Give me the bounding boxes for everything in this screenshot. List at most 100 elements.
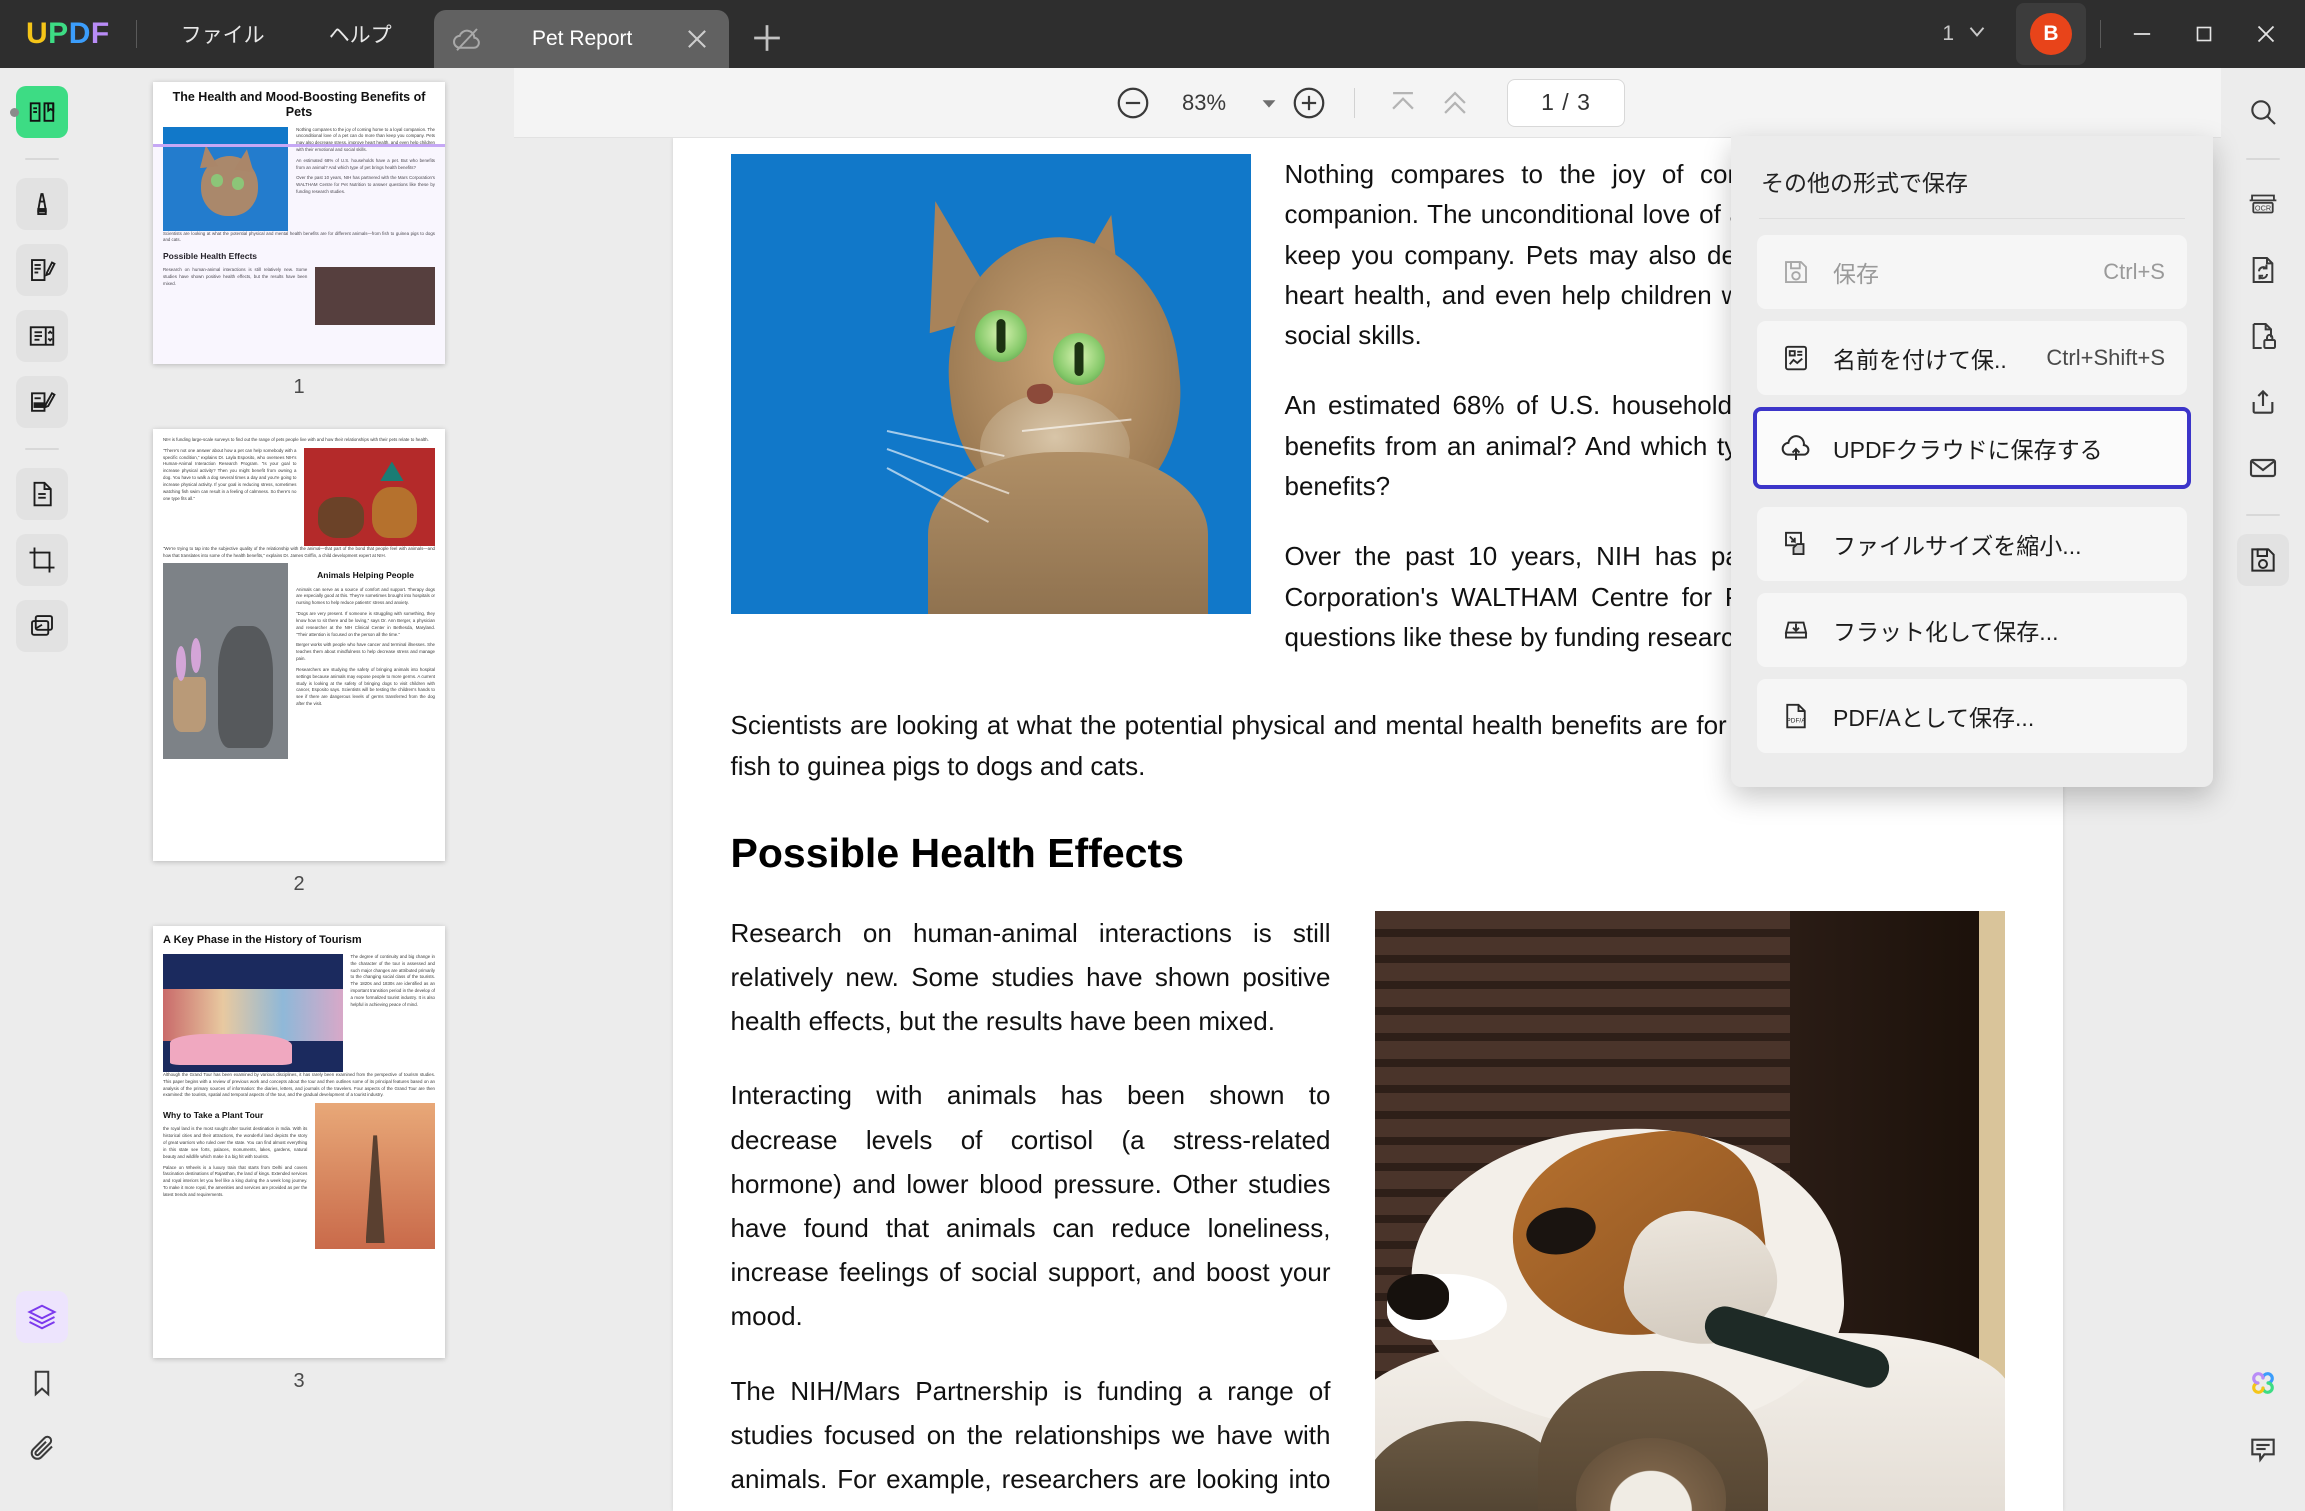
thumb3-b2: Palace on Wheels is a luxury train that …	[163, 1164, 308, 1197]
page-indicator[interactable]: 1 / 3	[1507, 78, 1625, 127]
close-icon[interactable]	[2235, 8, 2297, 60]
sidebar-item-attachments-panel[interactable]	[16, 1423, 68, 1475]
menu-item-compress-file-label: ファイルサイズを縮小...	[1833, 533, 2082, 559]
sidebar-item-ai-assistant[interactable]	[2237, 1357, 2289, 1409]
menu-item-save[interactable]: 保存 Ctrl+S	[1757, 235, 2187, 309]
maximize-icon[interactable]	[2173, 8, 2235, 60]
zoom-in-circle-icon[interactable]	[1286, 80, 1332, 126]
menu-item-save-as[interactable]: 名前を付けて保.. Ctrl+Shift+S	[1757, 321, 2187, 395]
plus-icon[interactable]	[745, 16, 789, 60]
sidebar-item-ocr-tool[interactable]: OCR	[2237, 178, 2289, 230]
svg-text:OCR: OCR	[2255, 204, 2271, 213]
sidebar-item-email-tool[interactable]	[2237, 442, 2289, 494]
menu-file[interactable]: ファイル	[163, 13, 283, 55]
sidebar-item-form-tool[interactable]	[16, 310, 68, 362]
toolbar-divider	[1354, 87, 1355, 118]
tab-strip: Pet Report	[433, 0, 789, 68]
rail-divider	[25, 158, 59, 160]
thumb1-title: The Health and Mood-Boosting Benefits of…	[172, 90, 426, 119]
thumb2-lead: NIH is funding large-scale surveys to fi…	[163, 437, 429, 442]
logo-letter-p: P	[48, 17, 69, 50]
save-options-dropdown: その他の形式で保存 保存 Ctrl+S 名前を付けて保.. Ctrl+Shift…	[1731, 136, 2213, 787]
window-count-selector[interactable]: 1	[1930, 10, 2002, 58]
sidebar-item-protect-tool[interactable]	[2237, 310, 2289, 362]
zoom-level-label[interactable]: 83%	[1156, 90, 1252, 116]
chevron-down-icon	[1964, 18, 1990, 50]
thumb3-side: The degree of continuity and big change …	[350, 953, 435, 1007]
minimize-icon[interactable]	[2111, 8, 2173, 60]
document-bottom-section: Research on human-animal interactions is…	[731, 910, 2005, 1511]
dog-and-cat-photo	[1374, 910, 2005, 1511]
thumbnail-page-2[interactable]: NIH is funding large-scale surveys to fi…	[153, 429, 445, 861]
go-to-first-page-icon[interactable]	[1377, 80, 1429, 126]
compress-file-icon	[1779, 527, 1813, 561]
caret-down-icon[interactable]	[1252, 86, 1286, 120]
sidebar-item-edit-pdf-tool[interactable]	[16, 244, 68, 296]
sidebar-item-comments-panel[interactable]	[2237, 1423, 2289, 1475]
sidebar-item-search-tool[interactable]	[2237, 86, 2289, 138]
document-bottom-text-column: Research on human-animal interactions is…	[731, 911, 1331, 1511]
sidebar-item-page-tool[interactable]	[16, 468, 68, 520]
page-thumbnails-panel[interactable]: The Health and Mood-Boosting Benefits of…	[84, 68, 514, 1511]
svg-text:PDF/A: PDF/A	[1786, 717, 1806, 724]
menu-help[interactable]: ヘルプ	[311, 13, 410, 55]
sidebar-item-crop-tool[interactable]	[16, 534, 68, 586]
left-tool-rail	[0, 68, 84, 1511]
thumb3-b1: the royal land is the most sought after …	[163, 1126, 308, 1159]
menu-item-compress-file[interactable]: ファイルサイズを縮小...	[1757, 507, 2187, 581]
thumb2-b1: Animals can serve as a source of comfort…	[296, 586, 435, 606]
menu-item-save-to-updf-cloud[interactable]: UPDFクラウドに保存する	[1753, 407, 2191, 489]
doc-paragraph-4: Research on human-animal interactions is…	[730, 917, 1331, 1037]
title-bar-right: 1 B	[1930, 0, 2305, 68]
sidebar-item-share-tool[interactable]	[2237, 376, 2289, 428]
thumbnail-page-3[interactable]: A Key Phase in the History of Tourism Th…	[153, 926, 445, 1358]
sidebar-item-annotate-tool[interactable]	[16, 178, 68, 230]
thumbnail-page-1[interactable]: The Health and Mood-Boosting Benefits of…	[153, 82, 445, 364]
sidebar-item-bookmarks-panel[interactable]	[16, 1357, 68, 1409]
zoom-out-circle-icon[interactable]	[1110, 80, 1156, 126]
thumb3-row1: The degree of continuity and big change …	[163, 953, 435, 1072]
rail-indicator-dot	[10, 108, 19, 117]
dropdown-divider	[1759, 218, 2185, 219]
thumb1-p2: An estimated 68% of U.S. households have…	[296, 157, 435, 170]
save-as-icon	[1779, 341, 1813, 375]
menu-item-flatten-save-label: フラット化して保存...	[1833, 619, 2059, 645]
thumb1-dog-photo	[315, 267, 435, 326]
menu-item-save-shortcut: Ctrl+S	[2103, 259, 2165, 284]
doc-paragraph-5: Interacting with animals has been shown …	[730, 1080, 1331, 1332]
tab-pet-report[interactable]: Pet Report	[433, 10, 729, 68]
window-controls-divider	[2100, 20, 2101, 48]
thumbnail-1-content: The Health and Mood-Boosting Benefits of…	[153, 82, 445, 333]
right-rail-bottom	[2237, 1357, 2289, 1511]
logo-letter-f: F	[90, 17, 110, 50]
flatten-save-icon	[1779, 613, 1813, 647]
title-bar-divider	[135, 20, 137, 48]
account-button[interactable]: B	[2016, 3, 2086, 65]
title-bar-left: U P D F ファイル ヘルプ	[0, 0, 410, 68]
thumb1-p3: Over the past 10 years, NIH has partnere…	[296, 175, 435, 195]
thumbnail-list: The Health and Mood-Boosting Benefits of…	[84, 82, 514, 1423]
menu-item-flatten-save[interactable]: フラット化して保存...	[1757, 593, 2187, 667]
sidebar-item-layers-panel[interactable]	[16, 1291, 68, 1343]
previous-page-icon[interactable]	[1429, 80, 1481, 126]
rail-divider-2	[25, 448, 59, 450]
avatar: B	[2030, 13, 2072, 55]
menu-item-save-as-pdfa[interactable]: PDF/A PDF/Aとして保存...	[1757, 679, 2187, 753]
thumb2-row2: Animals Helping People Animals can serve…	[163, 563, 435, 760]
menu-item-save-as-pdfa-label: PDF/Aとして保存...	[1833, 705, 2035, 731]
sidebar-item-organize-tool[interactable]	[16, 600, 68, 652]
right-rail-divider-2	[2246, 514, 2280, 516]
cloud-off-icon	[452, 24, 482, 54]
doc-paragraph-6: The NIH/Mars Partnership is funding a ra…	[730, 1375, 1331, 1511]
thumb2-heading: Animals Helping People	[317, 570, 414, 581]
thumb3-para: Although the Grand Tour has been examine…	[163, 1071, 435, 1098]
close-icon[interactable]	[683, 25, 711, 53]
app-body: The Health and Mood-Boosting Benefits of…	[0, 68, 2305, 1511]
thumb1-col: Nothing compares to the joy of coming ho…	[296, 127, 435, 231]
sidebar-item-convert-tool[interactable]	[2237, 244, 2289, 296]
sidebar-item-sign-tool[interactable]	[16, 376, 68, 428]
sidebar-item-save-tool[interactable]	[2237, 534, 2289, 586]
sidebar-item-reader-tool[interactable]	[16, 86, 68, 138]
thumbnail-2-number: 2	[293, 873, 305, 895]
menu-item-save-as-label: 名前を付けて保..	[1833, 347, 2007, 373]
